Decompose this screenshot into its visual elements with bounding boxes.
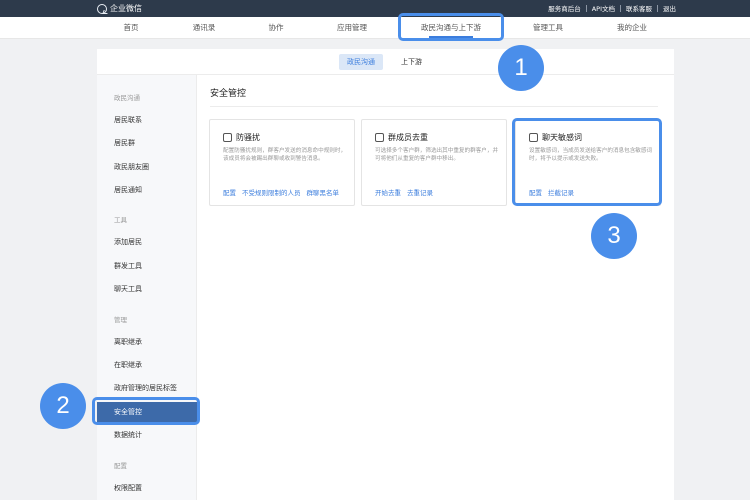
card-title: 防骚扰	[236, 133, 260, 142]
start-dedupe-link[interactable]: 开始去重	[375, 187, 401, 197]
sidebar-group-title: 政民沟通	[114, 94, 140, 102]
wecom-logo[interactable]: 企业微信	[97, 2, 142, 15]
configure-link[interactable]: 配置	[223, 187, 236, 197]
divider	[657, 4, 658, 12]
service-provider-link[interactable]: 服务商后台	[548, 3, 581, 13]
nav-home[interactable]: 首页	[124, 17, 139, 39]
sidebar-item-resident-groups[interactable]: 居民群	[114, 138, 135, 148]
nav-collaboration[interactable]: 协作	[269, 17, 284, 39]
sidebar-item-add-resident[interactable]: 添加居民	[114, 237, 142, 247]
group-blacklist-link[interactable]: 群聊黑名单	[307, 187, 340, 197]
exempt-members-link[interactable]: 不受规则限制的人员	[242, 187, 301, 197]
main-nav: 首页 通讯录 协作 应用管理 政民沟通与上下游 管理工具 我的企业	[0, 17, 750, 39]
tab-upstream-downstream[interactable]: 上下游	[393, 54, 430, 70]
card-title: 群成员去重	[388, 133, 428, 142]
sidebar-item-permissions[interactable]: 权限配置	[114, 483, 142, 493]
highlight-sensitive-words-card	[512, 118, 662, 206]
sidebar-item-moments[interactable]: 政民朋友圈	[114, 162, 149, 172]
sidebar-item-resident-notice[interactable]: 居民通知	[114, 185, 142, 195]
sidebar-item-resident-contact[interactable]: 居民联系	[114, 115, 142, 125]
shield-icon	[223, 133, 232, 142]
sidebar-item-onjob-transfer[interactable]: 在职继承	[114, 360, 142, 370]
card-links: 配置 不受规则限制的人员 群聊黑名单	[223, 187, 345, 197]
top-bar: 企业微信 服务商后台 API文档 联系客服 退出	[0, 0, 750, 17]
step-badge-3: 3	[591, 213, 637, 259]
logout-link[interactable]: 退出	[663, 3, 676, 13]
nav-management-tools[interactable]: 管理工具	[533, 17, 563, 39]
group-dedupe-card: 群成员去重 可选择多个客户群，筛选出其中重复的群客户，并可将他们从重复的客户群中…	[361, 119, 507, 206]
nav-my-enterprise[interactable]: 我的企业	[617, 17, 647, 39]
anti-harassment-card: 防骚扰 配置防骚扰规则，群客户发送的消息命中规则时，该成员将会被踢出群聊或收到警…	[209, 119, 355, 206]
group-dedupe-icon	[375, 133, 384, 142]
sidebar-item-data-statistics[interactable]: 数据统计	[114, 430, 142, 440]
divider	[585, 4, 587, 12]
sidebar-group-title: 工具	[114, 216, 127, 224]
card-links: 开始去重 去重记录	[375, 187, 439, 197]
top-links: 服务商后台 API文档 联系客服 退出	[548, 3, 676, 13]
wecom-logo-icon	[97, 3, 107, 14]
api-docs-link[interactable]: API文档	[592, 3, 615, 13]
sub-tabs: 政民沟通 上下游	[97, 49, 674, 75]
card-header: 防骚扰	[223, 132, 260, 143]
divider	[620, 4, 621, 12]
highlight-security-control	[92, 397, 200, 425]
card-description: 可选择多个客户群，筛选出其中重复的群客户，并可将他们从重复的客户群中移出。	[375, 148, 499, 162]
sidebar-item-broadcast-tools[interactable]: 群发工具	[114, 261, 142, 271]
sidebar-item-resident-tags[interactable]: 政府管理的居民标签	[114, 383, 177, 393]
card-description: 配置防骚扰规则，群客户发送的消息命中规则时，该成员将会被踢出群聊或收到警告消息。	[223, 148, 347, 162]
sidebar-group-title: 管理	[114, 316, 127, 324]
content-panel: 政民沟通 上下游 政民沟通 居民联系 居民群 政民朋友圈 居民通知 工具 添加居…	[97, 49, 674, 500]
divider	[210, 106, 658, 107]
dedupe-records-link[interactable]: 去重记录	[407, 187, 433, 197]
contact-support-link[interactable]: 联系客服	[626, 3, 652, 13]
step-badge-2: 2	[40, 383, 86, 429]
nav-app-management[interactable]: 应用管理	[337, 17, 367, 39]
step-badge-1: 1	[498, 45, 544, 91]
logo-text: 企业微信	[110, 4, 142, 13]
sidebar-item-resignation-transfer[interactable]: 离职继承	[114, 337, 142, 347]
nav-contacts[interactable]: 通讯录	[193, 17, 216, 39]
page-title: 安全管控	[210, 89, 247, 99]
sidebar-item-chat-tools[interactable]: 聊天工具	[114, 284, 142, 294]
sidebar: 政民沟通 居民联系 居民群 政民朋友圈 居民通知 工具 添加居民 群发工具 聊天…	[97, 75, 197, 500]
highlight-nav-gov-communication	[398, 13, 504, 41]
sidebar-group-title: 配置	[114, 462, 127, 470]
tab-gov-communication[interactable]: 政民沟通	[339, 54, 383, 70]
card-header: 群成员去重	[375, 132, 428, 143]
